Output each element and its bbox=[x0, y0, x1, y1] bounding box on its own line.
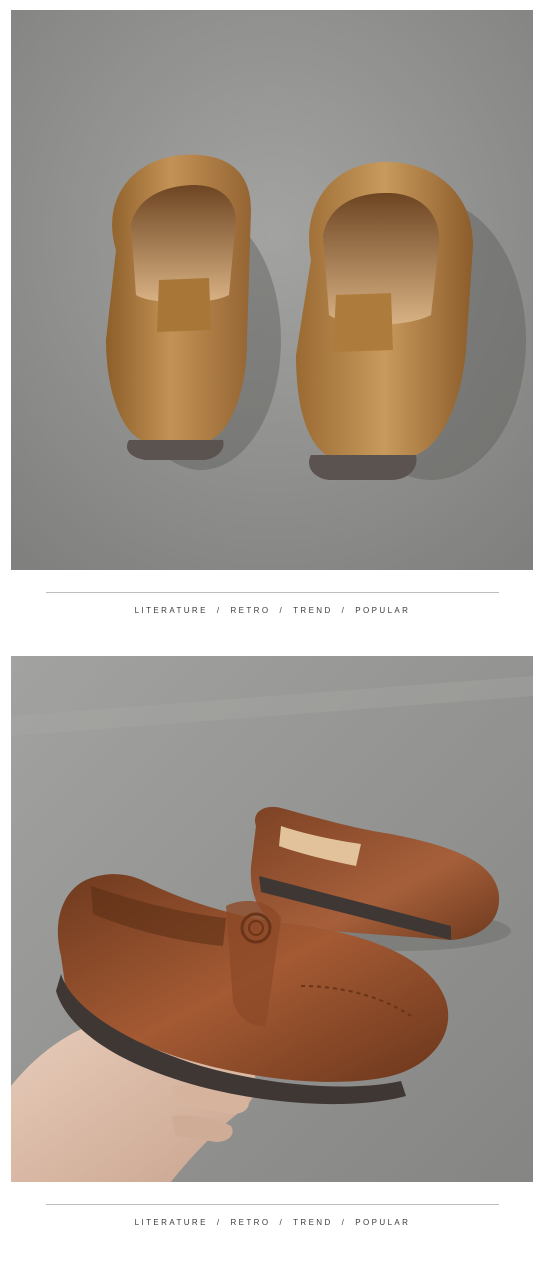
product-photo-side-view bbox=[11, 656, 533, 1182]
tagline-word: TREND bbox=[293, 1218, 333, 1227]
tagline-word: TREND bbox=[293, 606, 333, 615]
tagline-word: POPULAR bbox=[355, 1218, 411, 1227]
tagline-word: POPULAR bbox=[355, 606, 411, 615]
tagline-word: LITERATURE bbox=[134, 1218, 208, 1227]
tagline-word: RETRO bbox=[230, 606, 271, 615]
tagline: LITERATURE / RETRO / TREND / POPULAR bbox=[0, 1218, 545, 1227]
tagline-word: LITERATURE bbox=[134, 606, 208, 615]
tagline-separator: / bbox=[216, 606, 222, 615]
tagline-separator: / bbox=[216, 1218, 222, 1227]
tagline-separator: / bbox=[279, 1218, 285, 1227]
divider-line bbox=[46, 1204, 499, 1205]
tan-loafers-illustration bbox=[11, 10, 533, 570]
tagline-separator: / bbox=[341, 1218, 347, 1227]
section-divider: LITERATURE / RETRO / TREND / POPULAR bbox=[0, 570, 545, 656]
product-photo-rear-view bbox=[11, 10, 533, 570]
brown-loafers-illustration bbox=[11, 656, 533, 1182]
section-divider: LITERATURE / RETRO / TREND / POPULAR bbox=[0, 1182, 545, 1280]
tagline-separator: / bbox=[341, 606, 347, 615]
tagline-separator: / bbox=[279, 606, 285, 615]
left-tan-loafer bbox=[106, 154, 251, 460]
tagline: LITERATURE / RETRO / TREND / POPULAR bbox=[0, 606, 545, 615]
tagline-word: RETRO bbox=[230, 1218, 271, 1227]
divider-line bbox=[46, 592, 499, 593]
